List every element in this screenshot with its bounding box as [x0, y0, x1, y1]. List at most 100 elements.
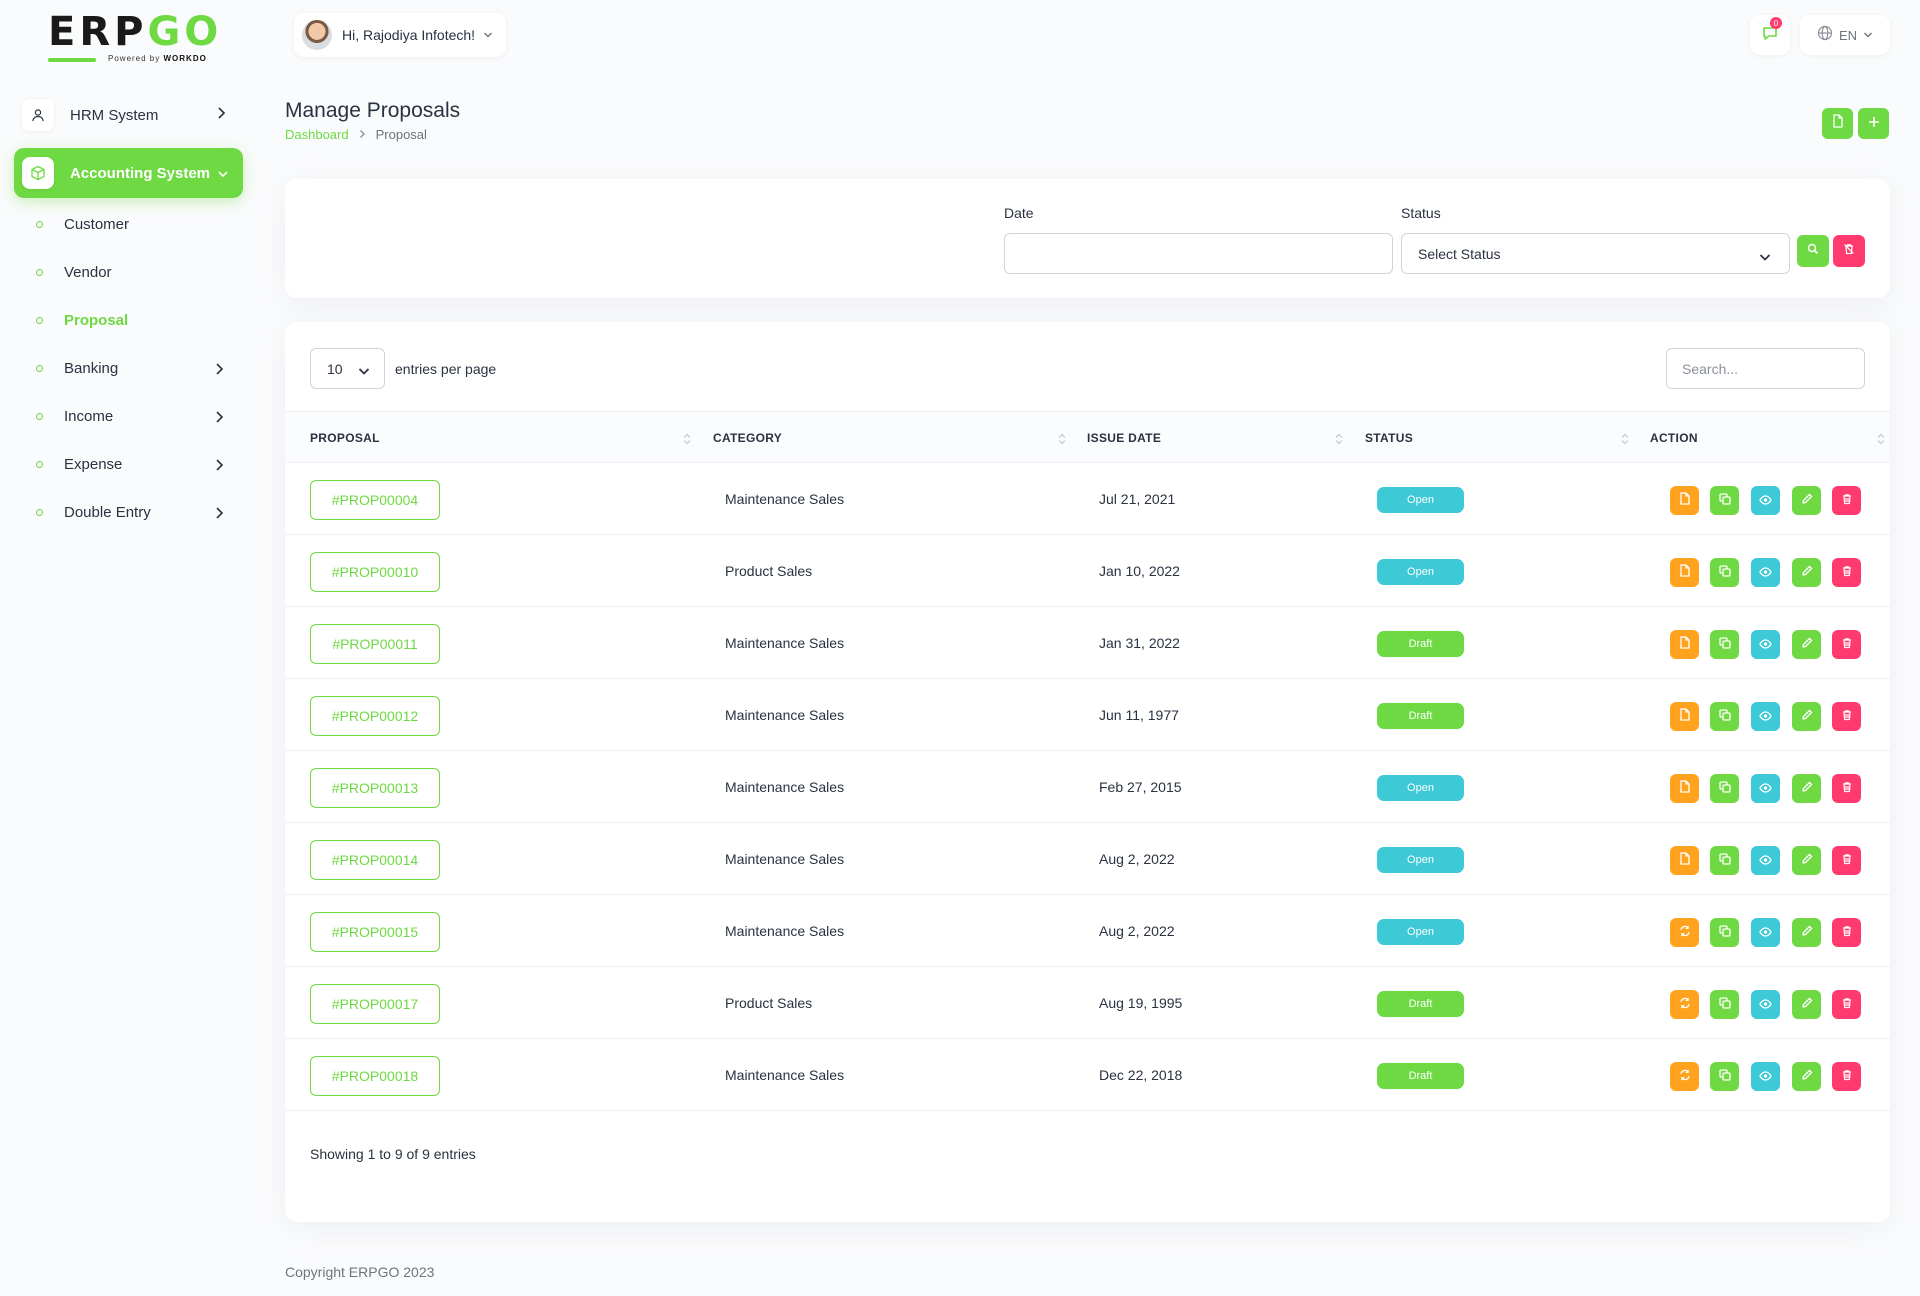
- delete-button[interactable]: [1832, 630, 1861, 659]
- delete-button[interactable]: [1832, 918, 1861, 947]
- edit-button[interactable]: [1792, 918, 1821, 947]
- column-header-status[interactable]: STATUS: [1365, 412, 1413, 464]
- sort-icon[interactable]: [1621, 432, 1629, 445]
- per-page-label: entries per page: [395, 360, 497, 377]
- proposal-id-button[interactable]: #PROP00014: [310, 840, 440, 880]
- copy-link-button[interactable]: [1710, 846, 1739, 875]
- edit-button[interactable]: [1792, 1062, 1821, 1091]
- delete-button[interactable]: [1832, 990, 1861, 1019]
- copy-icon: [1718, 924, 1731, 942]
- sidebar-item-income[interactable]: Income: [36, 402, 236, 430]
- proposal-id-button[interactable]: #PROP00018: [310, 1056, 440, 1096]
- duplicate-document-button[interactable]: [1670, 558, 1699, 587]
- apply-filter-button[interactable]: [1797, 235, 1829, 267]
- sidebar-item-hrm-system[interactable]: HRM System: [20, 92, 240, 138]
- sort-icon[interactable]: [683, 432, 691, 445]
- copy-link-button[interactable]: [1710, 990, 1739, 1019]
- proposal-id-button[interactable]: #PROP00011: [310, 624, 440, 664]
- sidebar-item-accounting-system[interactable]: Accounting System: [14, 148, 243, 198]
- proposal-id-button[interactable]: #PROP00013: [310, 768, 440, 808]
- convert-to-invoice-button[interactable]: [1670, 990, 1699, 1019]
- convert-to-invoice-button[interactable]: [1670, 1062, 1699, 1091]
- trash-icon: [1841, 636, 1853, 654]
- copy-link-button[interactable]: [1710, 774, 1739, 803]
- sort-icon[interactable]: [1058, 432, 1066, 445]
- proposal-id-button[interactable]: #PROP00017: [310, 984, 440, 1024]
- box-icon: [22, 157, 54, 189]
- copy-link-button[interactable]: [1710, 558, 1739, 587]
- per-page-select[interactable]: 10: [310, 348, 385, 389]
- convert-icon: [1679, 996, 1691, 1014]
- logo-main-text: ERP: [48, 9, 148, 55]
- sidebar-item-customer[interactable]: Customer: [36, 210, 236, 238]
- duplicate-document-button[interactable]: [1670, 846, 1699, 875]
- delete-button[interactable]: [1832, 846, 1861, 875]
- edit-button[interactable]: [1792, 630, 1821, 659]
- column-header-issue-date[interactable]: ISSUE DATE: [1087, 412, 1161, 464]
- sidebar-item-expense[interactable]: Expense: [36, 450, 236, 478]
- duplicate-document-button[interactable]: [1670, 774, 1699, 803]
- sidebar-item-double-entry[interactable]: Double Entry: [36, 498, 236, 526]
- user-icon: [22, 99, 54, 131]
- view-button[interactable]: [1751, 918, 1780, 947]
- status-badge: Draft: [1377, 991, 1464, 1017]
- proposal-id-button[interactable]: #PROP00010: [310, 552, 440, 592]
- copy-link-button[interactable]: [1710, 1062, 1739, 1091]
- delete-button[interactable]: [1832, 702, 1861, 731]
- powered-by-text: Powered by: [108, 54, 161, 63]
- column-header-proposal[interactable]: PROPOSAL: [310, 412, 380, 464]
- view-button[interactable]: [1751, 774, 1780, 803]
- sort-icon[interactable]: [1877, 432, 1885, 445]
- column-header-category[interactable]: CATEGORY: [713, 412, 782, 464]
- duplicate-document-button[interactable]: [1670, 486, 1699, 515]
- delete-button[interactable]: [1832, 1062, 1861, 1091]
- proposal-id-button[interactable]: #PROP00004: [310, 480, 440, 520]
- delete-button[interactable]: [1832, 486, 1861, 515]
- edit-button[interactable]: [1792, 558, 1821, 587]
- table-row: #PROP00014 Maintenance Sales Aug 2, 2022 Op…: [285, 823, 1890, 895]
- table-search-input[interactable]: [1666, 348, 1865, 389]
- category-cell: Maintenance Sales: [725, 851, 845, 867]
- language-selector[interactable]: EN: [1800, 15, 1890, 55]
- status-filter-select[interactable]: Select Status: [1401, 233, 1790, 274]
- copy-link-button[interactable]: [1710, 918, 1739, 947]
- create-proposal-button[interactable]: [1858, 108, 1889, 139]
- notifications-button[interactable]: 0: [1750, 15, 1790, 55]
- erpgo-logo[interactable]: ERPGO Powered by WORKDO: [48, 12, 218, 68]
- sidebar-item-vendor[interactable]: Vendor: [36, 258, 236, 286]
- date-filter-input[interactable]: [1004, 233, 1393, 274]
- edit-button[interactable]: [1792, 774, 1821, 803]
- edit-button[interactable]: [1792, 990, 1821, 1019]
- view-button[interactable]: [1751, 630, 1780, 659]
- status-badge: Draft: [1377, 1063, 1464, 1089]
- copy-link-button[interactable]: [1710, 702, 1739, 731]
- user-menu[interactable]: Hi, Rajodiya Infotech!: [294, 13, 506, 57]
- sidebar-item-label: HRM System: [70, 106, 159, 124]
- sidebar-item-proposal[interactable]: Proposal: [36, 306, 236, 334]
- eye-icon: [1759, 636, 1772, 654]
- delete-button[interactable]: [1832, 558, 1861, 587]
- convert-to-invoice-button[interactable]: [1670, 918, 1699, 947]
- copy-link-button[interactable]: [1710, 486, 1739, 515]
- view-button[interactable]: [1751, 990, 1780, 1019]
- view-button[interactable]: [1751, 486, 1780, 515]
- edit-button[interactable]: [1792, 702, 1821, 731]
- view-button[interactable]: [1751, 558, 1780, 587]
- edit-button[interactable]: [1792, 486, 1821, 515]
- proposal-id-button[interactable]: #PROP00015: [310, 912, 440, 952]
- edit-button[interactable]: [1792, 846, 1821, 875]
- sort-icon[interactable]: [1335, 432, 1343, 445]
- copy-link-button[interactable]: [1710, 630, 1739, 659]
- breadcrumb-dashboard-link[interactable]: Dashboard: [285, 127, 349, 142]
- view-button[interactable]: [1751, 1062, 1780, 1091]
- reset-filter-button[interactable]: [1833, 235, 1865, 267]
- delete-button[interactable]: [1832, 774, 1861, 803]
- per-page-value: 10: [327, 360, 343, 377]
- view-button[interactable]: [1751, 846, 1780, 875]
- export-button[interactable]: [1822, 108, 1853, 139]
- sidebar-item-banking[interactable]: Banking: [36, 354, 236, 382]
- duplicate-document-button[interactable]: [1670, 702, 1699, 731]
- view-button[interactable]: [1751, 702, 1780, 731]
- duplicate-document-button[interactable]: [1670, 630, 1699, 659]
- proposal-id-button[interactable]: #PROP00012: [310, 696, 440, 736]
